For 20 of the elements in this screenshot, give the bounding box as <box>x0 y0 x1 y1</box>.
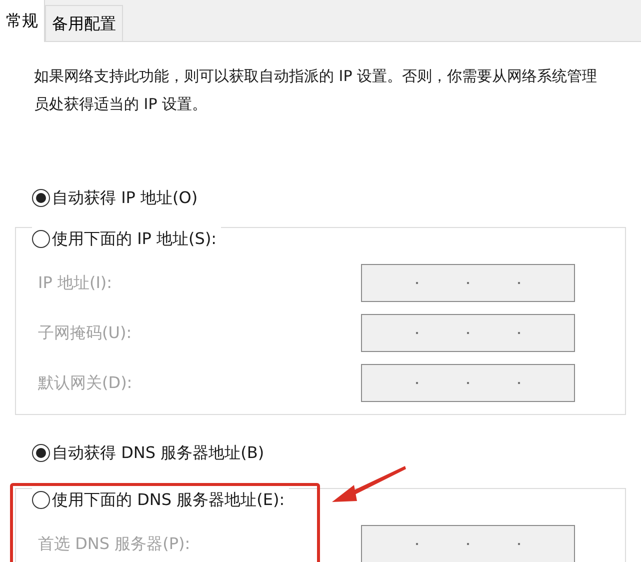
radio-option[interactable]: 自动获得 DNS 服务器地址(B) <box>32 441 264 465</box>
ip-address-field[interactable] <box>361 314 575 352</box>
field-label: IP 地址(I): <box>38 272 114 294</box>
field-label: 首选 DNS 服务器(P): <box>38 533 192 555</box>
ip-address-field[interactable] <box>361 525 575 562</box>
ip-address-field[interactable] <box>361 364 575 402</box>
radio-button[interactable] <box>32 230 50 248</box>
field-label: 默认网关(D): <box>38 372 134 394</box>
tab[interactable]: 备用配置 <box>45 5 123 41</box>
radio-option[interactable]: 自动获得 IP 地址(O) <box>32 186 198 210</box>
arrow-icon <box>330 465 406 505</box>
radio-button[interactable] <box>32 444 50 462</box>
radio-option[interactable]: 使用下面的 IP 地址(S): <box>32 227 217 251</box>
radio-button[interactable] <box>32 491 50 509</box>
radio-button[interactable] <box>32 189 50 207</box>
tab[interactable]: 常规 <box>0 0 45 42</box>
radio-option[interactable]: 使用下面的 DNS 服务器地址(E): <box>32 488 285 512</box>
ip-address-field[interactable] <box>361 264 575 302</box>
description-text: 如果网络支持此功能，则可以获取自动指派的 IP 设置。否则，你需要从网络系统管理员处获得适当的 IP 设置。 <box>34 66 598 115</box>
field-label: 子网掩码(U): <box>38 322 133 344</box>
